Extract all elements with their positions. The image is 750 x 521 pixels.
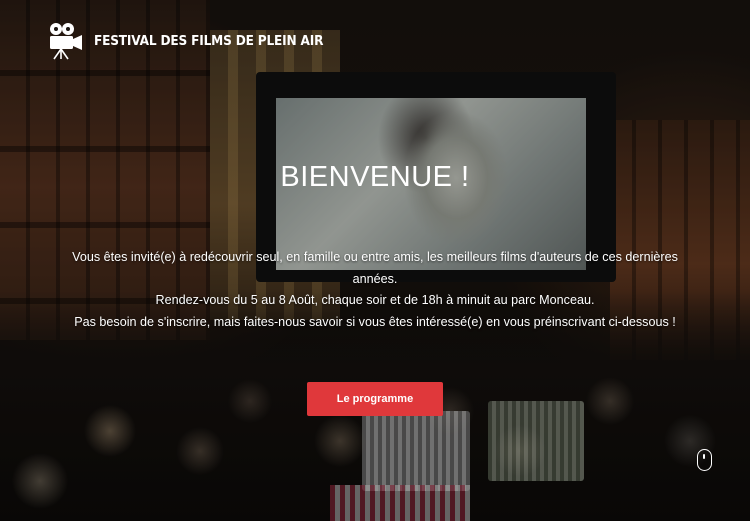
- film-camera-icon: [50, 23, 82, 60]
- hero-section: FESTIVAL DES FILMS DE PLEIN AIR BIENVENU…: [0, 0, 750, 521]
- intro-line: Vous êtes invité(e) à redécouvrir seul, …: [72, 250, 678, 286]
- site-title[interactable]: FESTIVAL DES FILMS DE PLEIN AIR: [94, 33, 323, 49]
- intro-text: Vous êtes invité(e) à redécouvrir seul, …: [62, 247, 688, 333]
- intro-line: Rendez-vous du 5 au 8 Août, chaque soir …: [155, 293, 595, 307]
- programme-button[interactable]: Le programme: [307, 382, 443, 416]
- intro-line: Pas besoin de s'inscrire, mais faites-no…: [74, 314, 676, 329]
- welcome-headline: BIENVENUE !: [280, 161, 470, 193]
- mouse-scroll-icon[interactable]: [697, 449, 712, 471]
- site-header: FESTIVAL DES FILMS DE PLEIN AIR: [48, 22, 349, 60]
